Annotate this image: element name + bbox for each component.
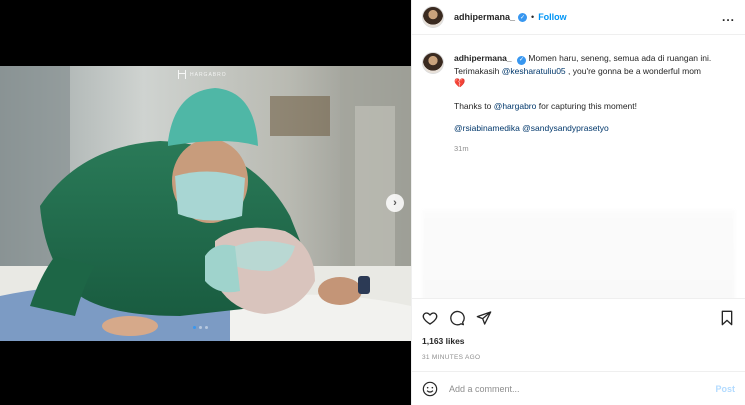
comments-section: adhipermana_ ✓ Momen haru, seneng, semua… — [412, 35, 745, 298]
verified-badge-icon: ✓ — [517, 55, 527, 65]
post-photo[interactable] — [0, 66, 411, 341]
mention-link[interactable]: @hargabro — [494, 101, 537, 111]
save-bookmark-icon[interactable] — [719, 310, 735, 326]
carousel-dot — [205, 326, 208, 329]
caption-text: Thanks to — [454, 100, 492, 111]
carousel-next-button[interactable]: › — [386, 194, 404, 212]
share-paper-plane-icon[interactable] — [476, 310, 492, 326]
hargabro-logo-icon — [178, 70, 186, 79]
mention-link[interactable]: @kesharatuliu05 — [502, 66, 566, 76]
blurred-comments — [422, 210, 735, 298]
broken-heart-emoji: 💔 — [454, 78, 466, 89]
caption-paragraph-2: Thanks to @hargabro for capturing this m… — [454, 100, 734, 113]
post-comment-button[interactable]: Post — [715, 384, 735, 394]
caption-text: for capturing this moment! — [538, 100, 637, 111]
instagram-post: HARGABRO › adhipermana_ ✓ • Follow ... a… — [0, 0, 745, 405]
post-sidebar: adhipermana_ ✓ • Follow ... adhipermana_… — [411, 0, 745, 405]
likes-count[interactable]: 1,163 likes — [412, 336, 745, 346]
chevron-right-icon: › — [393, 197, 397, 209]
post-header: adhipermana_ ✓ • Follow ... — [412, 0, 745, 35]
follow-button[interactable]: Follow — [538, 12, 567, 22]
caption-paragraph-1: adhipermana_ ✓ Momen haru, seneng, semua… — [454, 52, 734, 90]
post-media: HARGABRO › — [0, 0, 411, 405]
comment-bubble-icon[interactable] — [449, 310, 465, 326]
action-bar — [412, 298, 745, 336]
mention-link[interactable]: @rsiabinamedika — [454, 123, 520, 133]
caption-username[interactable]: adhipermana_ — [454, 53, 512, 63]
caption-body: adhipermana_ ✓ Momen haru, seneng, semua… — [454, 52, 734, 155]
carousel-indicator — [193, 326, 208, 329]
like-heart-icon[interactable] — [422, 310, 438, 326]
watermark-text: HARGABRO — [190, 71, 227, 78]
add-comment-bar: Post — [412, 371, 745, 405]
caption-paragraph-3: @rsiabinamedika @sandysandyprasetyo — [454, 122, 734, 135]
photographer-watermark: HARGABRO — [178, 70, 227, 79]
comment-input[interactable] — [449, 383, 716, 394]
header-separator: • — [531, 12, 535, 22]
post-time: 31 MINUTES AGO — [422, 354, 481, 361]
carousel-dot — [193, 326, 196, 329]
author-avatar[interactable] — [422, 6, 444, 28]
verified-badge-icon: ✓ — [518, 12, 528, 22]
post-caption: adhipermana_ ✓ Momen haru, seneng, semua… — [422, 52, 735, 155]
caption-avatar[interactable] — [422, 52, 444, 74]
emoji-smiley-icon[interactable] — [422, 381, 438, 397]
author-username[interactable]: adhipermana_ — [454, 12, 515, 22]
mention-link[interactable]: @sandysandyprasetyo — [522, 123, 609, 133]
caption-text: , you're gonna be a wonderful mom — [568, 65, 702, 76]
caption-timestamp[interactable]: 31m — [454, 143, 734, 156]
more-options-icon[interactable]: ... — [722, 10, 735, 24]
carousel-dot — [199, 326, 202, 329]
